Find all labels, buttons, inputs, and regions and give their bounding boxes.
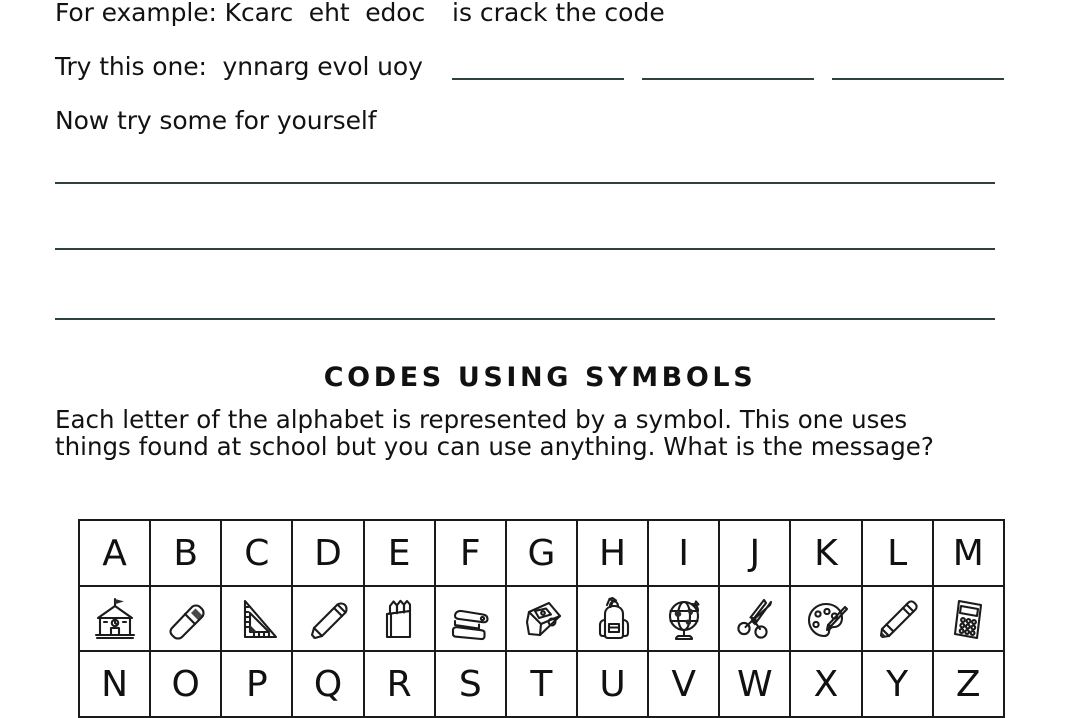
section-title: CODES USING SYMBOLS (323, 362, 757, 393)
worksheet-page: For example: Kcarc eht edoc is crack the… (0, 0, 1080, 718)
example-answer: is crack the code (452, 0, 665, 27)
cipher-letter-v: V (647, 650, 721, 718)
cipher-symbol-cell-e (362, 585, 436, 652)
answer-blank-1[interactable] (452, 78, 624, 80)
cipher-symbol-cell-a (77, 585, 152, 652)
backpack-icon (578, 587, 647, 650)
answer-blank-2[interactable] (642, 78, 814, 80)
cipher-letter-z: Z (931, 650, 1005, 718)
highlighter-marker-icon (863, 587, 932, 650)
cipher-letter-h: H (575, 519, 650, 587)
globe-icon (649, 587, 718, 650)
paint-palette-icon (791, 587, 860, 650)
scissors-icon (720, 587, 789, 650)
cipher-symbol-cell-c (220, 585, 294, 652)
cipher-letter-e: E (362, 519, 436, 587)
cipher-letter-n: N (77, 650, 152, 718)
table-row-symbols-a-m (77, 585, 1005, 652)
cipher-letter-a: A (77, 519, 152, 587)
cipher-letter-o: O (149, 650, 223, 718)
cipher-letter-u: U (575, 650, 650, 718)
cipher-symbol-cell-m (931, 585, 1005, 652)
cipher-letter-k: K (789, 519, 863, 587)
cipher-letter-c: C (220, 519, 294, 587)
cipher-letter-p: P (220, 650, 294, 718)
cipher-symbol-cell-b (149, 585, 223, 652)
set-square-ruler-icon (222, 587, 291, 650)
table-row-letters-a-m: A B C D E F G H I J K L M (77, 519, 1005, 587)
cipher-letter-j: J (718, 519, 792, 587)
pencil-sharpener-icon (507, 587, 576, 650)
cipher-letter-f: F (433, 519, 507, 587)
table-row-letters-n-z: N O P Q R S T U V W X Y Z (77, 650, 1005, 718)
cipher-letter-g: G (504, 519, 578, 587)
pen-icon (293, 587, 362, 650)
writing-rule-2[interactable] (55, 248, 995, 250)
cipher-letter-x: X (789, 650, 863, 718)
cipher-letter-m: M (931, 519, 1005, 587)
school-building-icon (80, 587, 149, 650)
cipher-letter-r: R (362, 650, 436, 718)
cipher-symbol-cell-g (504, 585, 578, 652)
cipher-symbol-cell-h (575, 585, 650, 652)
cipher-letter-d: D (291, 519, 365, 587)
try-yourself-prompt: Now try some for yourself (55, 106, 377, 135)
section-intro-paragraph: Each letter of the alphabet is represent… (55, 405, 934, 461)
cipher-letter-y: Y (860, 650, 934, 718)
cipher-letter-i: I (647, 519, 721, 587)
cipher-letter-q: Q (291, 650, 365, 718)
calculator-icon (934, 587, 1003, 650)
cipher-letter-s: S (433, 650, 507, 718)
cipher-symbol-cell-l (860, 585, 934, 652)
cipher-symbol-cell-j (718, 585, 792, 652)
cipher-letter-b: B (149, 519, 223, 587)
eraser-icon (151, 587, 220, 650)
alphabet-symbol-table: A B C D E F G H I J K L M N O P Q R S T … (77, 519, 1005, 718)
cipher-letter-t: T (504, 650, 578, 718)
stapler-icon (436, 587, 505, 650)
answer-blank-3[interactable] (832, 78, 1004, 80)
try-this-one-prompt: Try this one: ynnarg evol uoy (55, 52, 423, 81)
cipher-symbol-cell-d (291, 585, 365, 652)
cipher-symbol-cell-f (433, 585, 507, 652)
writing-rule-3[interactable] (55, 318, 995, 320)
cipher-letter-w: W (718, 650, 792, 718)
example-prompt: For example: Kcarc eht edoc (55, 0, 426, 27)
cipher-symbol-cell-i (647, 585, 721, 652)
crayon-box-icon (365, 587, 434, 650)
cipher-letter-l: L (860, 519, 934, 587)
writing-rule-1[interactable] (55, 182, 995, 184)
cipher-symbol-cell-k (789, 585, 863, 652)
